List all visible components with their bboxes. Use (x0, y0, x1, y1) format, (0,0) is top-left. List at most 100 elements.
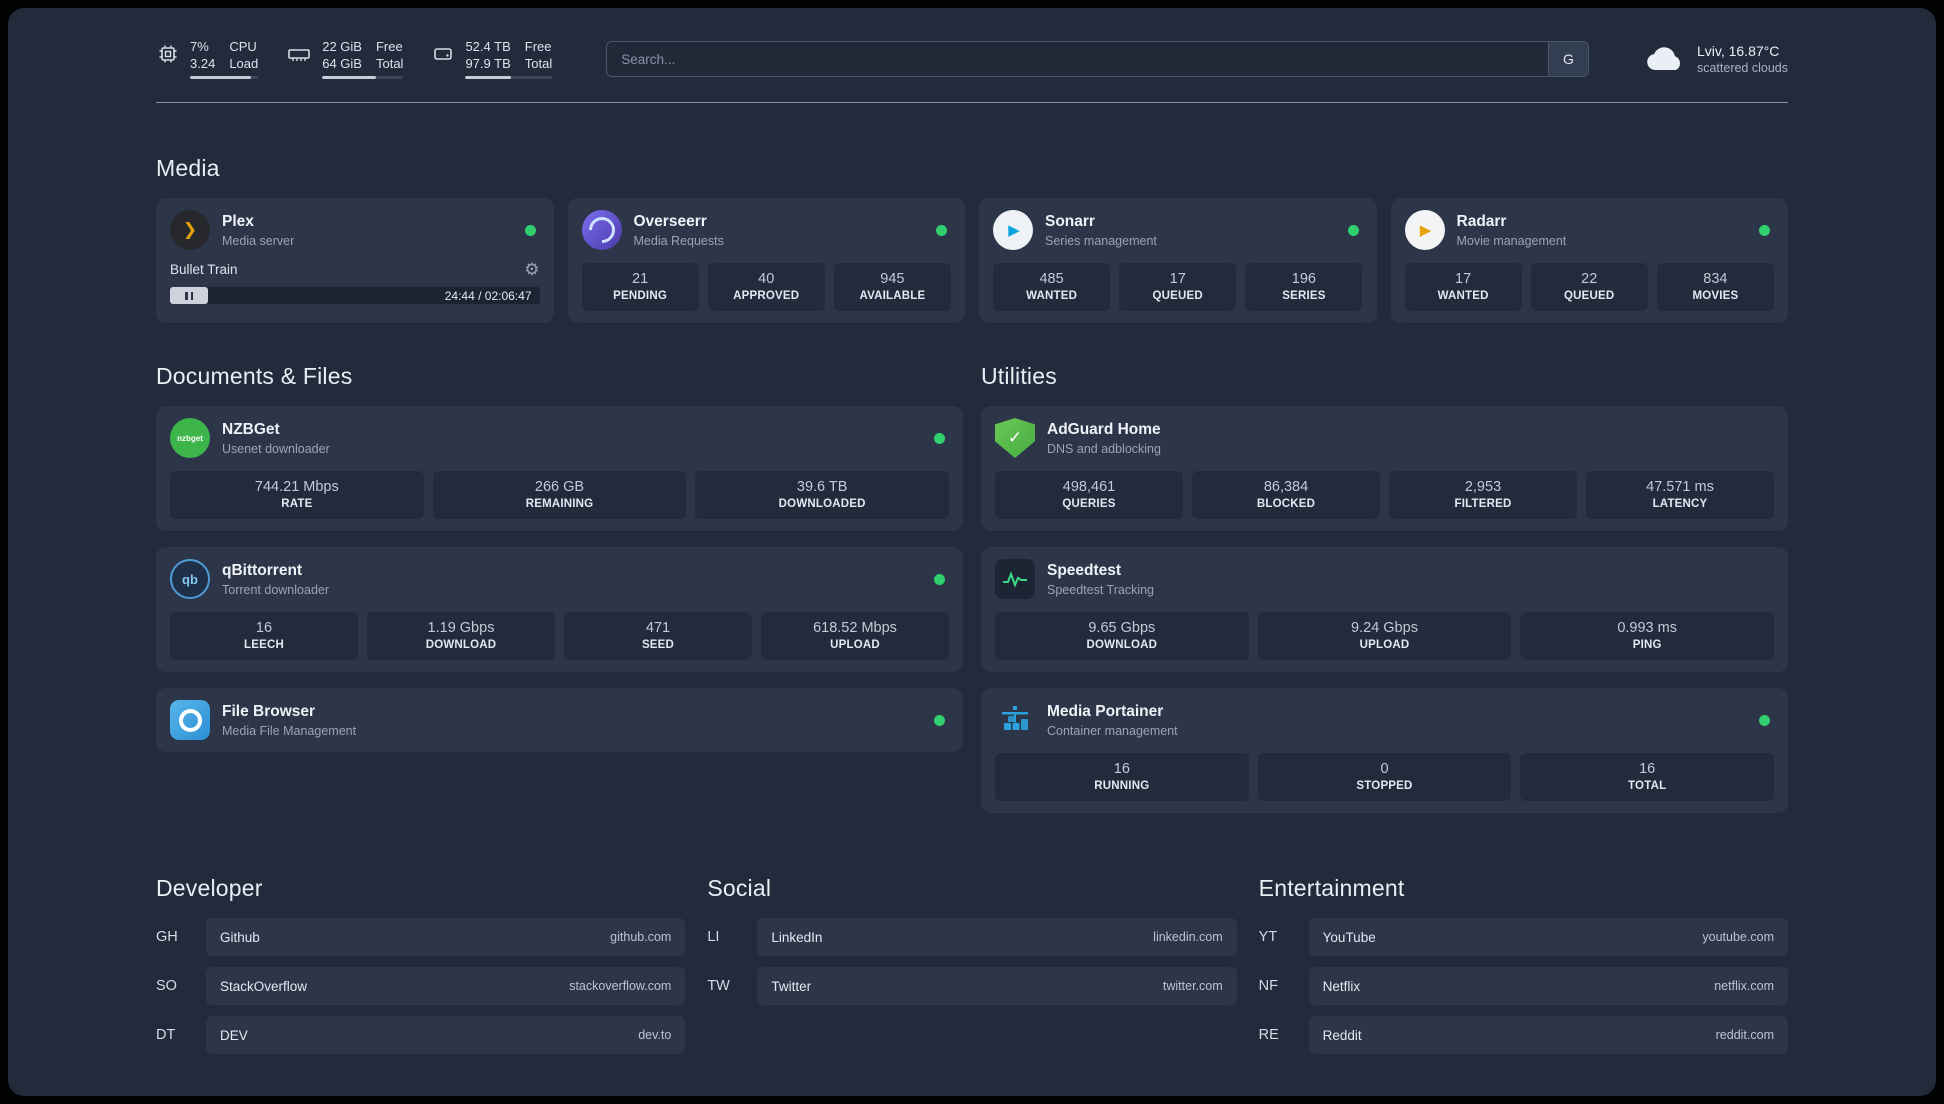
topbar: 7% 3.24 CPU Load 22 GiB 64 GiB Free Tota… (156, 32, 1788, 86)
bookmark-url: netflix.com (1714, 979, 1774, 993)
bookmark-url: reddit.com (1715, 1028, 1774, 1042)
app-card-portainer[interactable]: Media Portainer Container management 16 … (981, 688, 1788, 813)
stat-value: 744.21 Mbps (254, 479, 339, 495)
disk-metric: 52.4 TB 97.9 TB Free Total (431, 39, 553, 79)
search-bar: G (606, 41, 1589, 77)
cpu-label: CPU (229, 39, 257, 54)
stat-label: QUEUED (1152, 290, 1203, 302)
app-card-filebrowser[interactable]: File Browser Media File Management (156, 688, 963, 752)
stat-label: UPLOAD (830, 639, 880, 651)
app-name: AdGuard Home (1047, 420, 1161, 438)
stat-running: 16 RUNNING (995, 753, 1249, 801)
qbittorrent-icon: qb (170, 559, 210, 599)
app-name: Plex (222, 212, 254, 230)
bookmark-link[interactable]: YouTube youtube.com (1308, 918, 1788, 956)
bookmark-link[interactable]: LinkedIn linkedin.com (757, 918, 1237, 956)
stat-value: 834 (1703, 271, 1728, 287)
stat-label: RATE (281, 498, 313, 510)
cpu-load-label: Load (229, 56, 259, 71)
portainer-icon (995, 700, 1035, 740)
app-card-qbittorrent[interactable]: qb qBittorrent Torrent downloader 16 LEE… (156, 547, 963, 672)
settings-gear-icon[interactable]: ⚙ (524, 261, 539, 278)
stat-value: 196 (1291, 271, 1316, 287)
stat-value: 498,461 (1062, 479, 1116, 495)
bookmark-url: twitter.com (1162, 979, 1223, 993)
app-name: qBittorrent (222, 561, 303, 579)
disk-total: 97.9 TB (465, 56, 511, 71)
stat-label: STOPPED (1356, 780, 1413, 792)
app-card-overseerr[interactable]: Overseerr Media Requests 21 PENDING 40 A… (567, 198, 965, 323)
app-card-nzbget[interactable]: nzbget NZBGet Usenet downloader 744.21 M… (156, 406, 963, 531)
stat-value: 16 (1639, 761, 1656, 777)
stat-value: 21 (632, 271, 649, 287)
disk-total-label: Total (524, 56, 553, 71)
app-card-speedtest[interactable]: Speedtest Speedtest Tracking 9.65 Gbps D… (981, 547, 1788, 672)
bookmark-url: stackoverflow.com (569, 979, 672, 993)
bookmark-link[interactable]: Reddit reddit.com (1308, 1016, 1788, 1054)
stat-total: 16 TOTAL (1520, 753, 1774, 801)
bookmark-abbr: TW (707, 978, 730, 994)
bookmark-name: LinkedIn (771, 929, 823, 945)
bookmark-link[interactable]: Github github.com (206, 918, 686, 956)
bookmark-abbr: NF (1258, 978, 1278, 994)
nzbget-icon: nzbget (170, 418, 210, 458)
section-title-developer: Developer (156, 875, 263, 901)
search-provider-button[interactable]: G (1547, 42, 1588, 76)
status-dot (1759, 714, 1770, 726)
bookmark-abbr: GH (156, 929, 178, 945)
stat-queued: 17 QUEUED (1119, 263, 1237, 311)
entertainment-column: Entertainment YT YouTube youtube.com NF … (1259, 875, 1788, 1054)
playback-progress-bar[interactable]: 24:44 / 02:06:47 (170, 287, 540, 304)
bookmark-abbr: RE (1258, 1027, 1279, 1043)
stat-leech: 16 LEECH (170, 612, 358, 660)
documents-column: Documents & Files nzbget NZBGet Usenet d… (156, 363, 963, 813)
stat-value: 266 GB (534, 479, 585, 495)
search-input[interactable] (607, 42, 1548, 76)
stat-value: 2,953 (1464, 479, 1502, 495)
filebrowser-icon (170, 700, 210, 740)
status-dot (936, 224, 947, 236)
stat-label: LATENCY (1652, 498, 1708, 510)
app-card-radarr[interactable]: Radarr Movie management 17 WANTED 22 QUE… (1390, 198, 1788, 323)
bookmark-link[interactable]: StackOverflow stackoverflow.com (206, 967, 686, 1005)
app-card-plex[interactable]: Plex Media server Bullet Train ⚙ 24:44 /… (156, 198, 554, 323)
section-title-media: Media (156, 155, 220, 181)
stat-value: 17 (1169, 271, 1186, 287)
stat-label: RUNNING (1094, 780, 1150, 792)
cpu-usage: 7% (190, 39, 209, 54)
stat-label: AVAILABLE (859, 290, 926, 302)
cloud-icon (1647, 47, 1680, 70)
app-name: Media Portainer (1047, 702, 1164, 720)
stat-label: LEECH (244, 639, 284, 651)
bookmark-abbr: SO (156, 978, 177, 994)
cpu-load-value: 3.24 (190, 56, 216, 71)
bookmark-netflix: NF Netflix netflix.com (1259, 967, 1788, 1005)
topbar-divider (156, 102, 1788, 103)
status-dot (934, 714, 945, 726)
app-subtitle: Series management (1045, 233, 1157, 248)
bookmark-link[interactable]: Twitter twitter.com (757, 967, 1237, 1005)
stat-label: SERIES (1282, 290, 1326, 302)
radarr-icon (1404, 210, 1445, 250)
weather-widget: Lviv, 16.87°C scattered clouds (1643, 43, 1788, 75)
status-dot (1347, 224, 1359, 236)
app-card-sonarr[interactable]: Sonarr Series management 485 WANTED 17 Q… (979, 198, 1377, 323)
app-subtitle: Usenet downloader (222, 441, 330, 456)
app-card-adguard[interactable]: AdGuard Home DNS and adblocking 498,461 … (981, 406, 1788, 531)
stat-available: 945 AVAILABLE (833, 263, 951, 311)
bookmark-link[interactable]: Netflix netflix.com (1308, 967, 1788, 1005)
stat-value: 945 (880, 271, 905, 287)
ram-free-label: Free (375, 39, 403, 54)
pause-icon[interactable] (185, 291, 193, 300)
section-title-social: Social (707, 875, 772, 901)
stat-label: DOWNLOAD (1086, 639, 1158, 651)
disk-free: 52.4 TB (465, 39, 511, 54)
stat-label: WANTED (1437, 290, 1489, 302)
status-dot (524, 224, 536, 236)
stat-label: FILTERED (1454, 498, 1512, 510)
bookmark-link[interactable]: DEV dev.to (206, 1016, 686, 1054)
app-subtitle: Media Requests (633, 233, 724, 248)
bookmark-linkedin: LI LinkedIn linkedin.com (707, 918, 1237, 956)
stat-label: DOWNLOAD (425, 639, 497, 651)
stat-label: SEED (641, 639, 675, 651)
